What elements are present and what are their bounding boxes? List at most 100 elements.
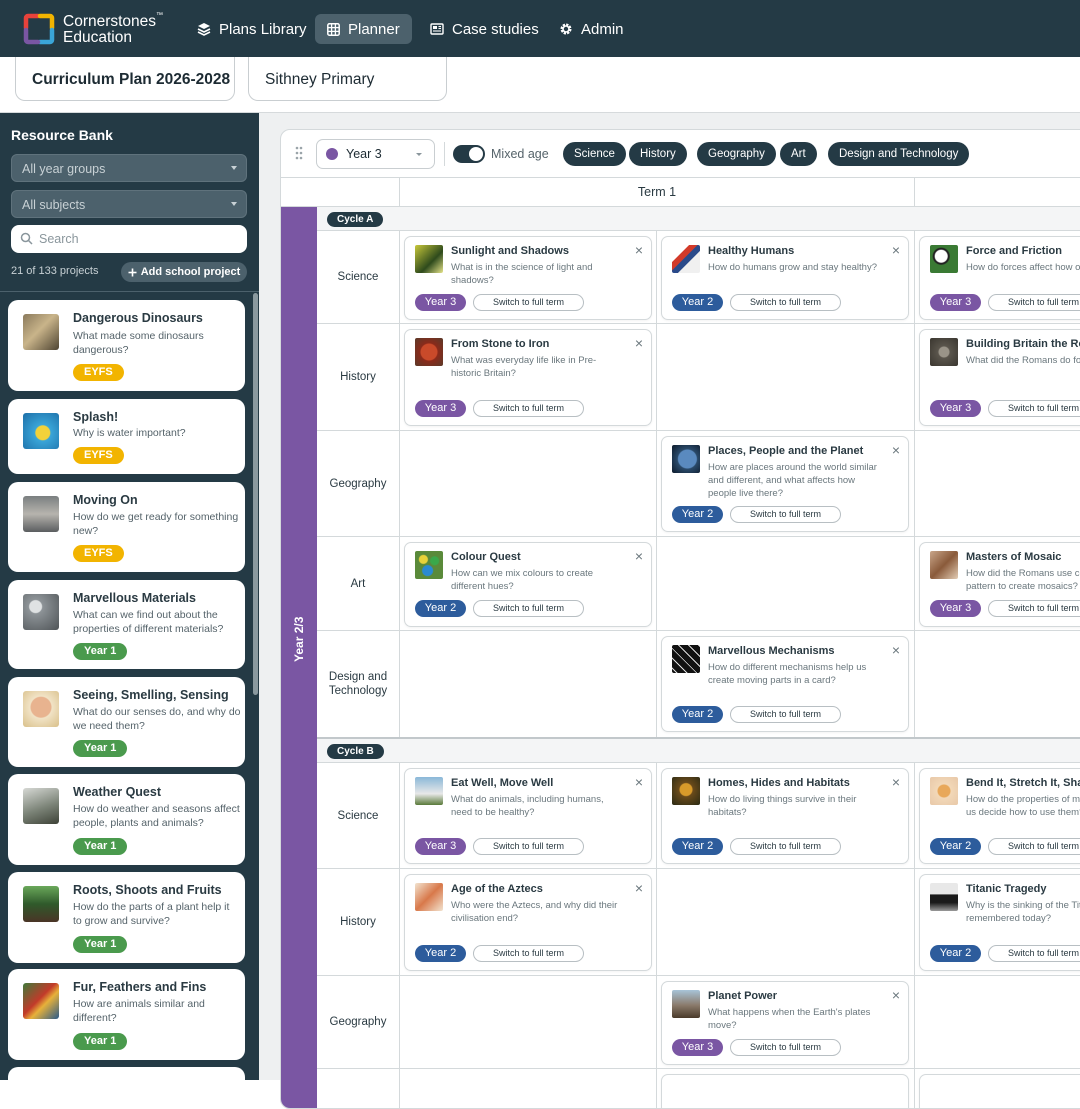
project-thumbnail: [930, 338, 958, 366]
resource-card[interactable]: Dangerous Dinosaurs What made some dinos…: [8, 300, 245, 391]
subject-chip-history[interactable]: History: [629, 142, 687, 166]
nav-plans-library[interactable]: Plans Library: [185, 14, 319, 44]
switch-to-full-term-button[interactable]: Switch to full term: [473, 838, 584, 855]
switch-to-full-term-button[interactable]: Switch to full term: [988, 945, 1080, 962]
switch-to-full-term-button[interactable]: Switch to full term: [473, 294, 584, 311]
year-badge: Year 2: [415, 945, 466, 962]
project-card[interactable]: Bend It, Stretch It, Shape It How do the…: [919, 768, 1080, 864]
subject-chip-design-technology[interactable]: Design and Technology: [828, 142, 970, 166]
close-icon[interactable]: ×: [892, 775, 900, 789]
nav-case-studies[interactable]: Case studies: [418, 14, 551, 44]
project-question: Who were the Aztecs, and why did their c…: [451, 900, 618, 924]
switch-to-full-term-button[interactable]: Switch to full term: [730, 838, 841, 855]
switch-to-full-term-button[interactable]: Switch to full term: [988, 400, 1080, 417]
close-icon[interactable]: ×: [892, 643, 900, 657]
nav-admin[interactable]: Admin: [547, 14, 636, 44]
switch-to-full-term-button[interactable]: Switch to full term: [988, 294, 1080, 311]
chevron-down-icon: [231, 166, 237, 170]
project-card[interactable]: Building Britain the Romans What did the…: [919, 329, 1080, 426]
year-band: Year 2/3: [281, 207, 317, 1108]
project-card[interactable]: Planet Power What happens when the Earth…: [661, 981, 909, 1065]
project-card[interactable]: Marvellous Mechanisms How do different m…: [661, 636, 909, 732]
resource-card[interactable]: [8, 1067, 245, 1080]
year-badge: Year 2: [930, 945, 981, 962]
project-card[interactable]: From Stone to Iron What was everyday lif…: [404, 329, 652, 426]
project-card[interactable]: [919, 1074, 1080, 1108]
project-card[interactable]: Age of the Aztecs Who were the Aztecs, a…: [404, 874, 652, 971]
close-icon[interactable]: ×: [892, 443, 900, 457]
switch-to-full-term-button[interactable]: Switch to full term: [730, 1039, 841, 1056]
mixed-age-toggle[interactable]: [453, 145, 485, 163]
resource-card[interactable]: Weather Quest How do weather and seasons…: [8, 774, 245, 865]
switch-to-full-term-button[interactable]: Switch to full term: [473, 945, 584, 962]
project-card[interactable]: Eat Well, Move Well What do animals, inc…: [404, 768, 652, 864]
resource-question: How do the parts of a plant help it to g…: [73, 901, 230, 927]
switch-to-full-term-button[interactable]: Switch to full term: [473, 600, 584, 617]
add-school-project-button[interactable]: Add school project: [121, 262, 247, 282]
resource-card[interactable]: Fur, Feathers and Fins How are animals s…: [8, 969, 245, 1060]
project-card[interactable]: [661, 1074, 909, 1108]
close-icon[interactable]: ×: [635, 775, 643, 789]
project-card[interactable]: Masters of Mosaic How did the Romans use…: [919, 542, 1080, 627]
project-card[interactable]: Healthy Humans How do humans grow and st…: [661, 236, 909, 320]
project-question: How can we mix colours to create differe…: [451, 568, 594, 592]
subject-chip-science[interactable]: Science: [563, 142, 626, 166]
project-title: Masters of Mosaic: [966, 551, 1062, 563]
resource-title: Marvellous Materials: [73, 591, 196, 605]
resource-title: Fur, Feathers and Fins: [73, 980, 207, 994]
project-card[interactable]: Colour Quest How can we mix colours to c…: [404, 542, 652, 627]
sidebar-scrollbar[interactable]: [253, 293, 258, 695]
subject-label: Science: [337, 271, 379, 283]
close-icon[interactable]: ×: [635, 549, 643, 563]
school-name-field[interactable]: Sithney Primary: [248, 57, 447, 101]
close-icon[interactable]: ×: [635, 336, 643, 350]
resource-card[interactable]: Marvellous Materials What can we find ou…: [8, 580, 245, 669]
year-badge: Year 3: [672, 1039, 723, 1056]
project-card[interactable]: Titanic Tragedy Why is the sinking of th…: [919, 874, 1080, 971]
switch-to-full-term-button[interactable]: Switch to full term: [730, 506, 841, 523]
plan-title-field[interactable]: Curriculum Plan 2026-2028: [15, 57, 235, 101]
project-title: Building Britain the Romans: [966, 338, 1080, 350]
year-group-filter[interactable]: All year groups: [11, 154, 247, 182]
project-question: How do humans grow and stay healthy?: [708, 262, 877, 273]
close-icon[interactable]: ×: [892, 988, 900, 1002]
year-color-dot: [326, 148, 338, 160]
drag-handle-icon[interactable]: [295, 146, 303, 160]
close-icon[interactable]: ×: [635, 243, 643, 257]
project-card[interactable]: Homes, Hides and Habitats How do living …: [661, 768, 909, 864]
project-card[interactable]: Force and Friction How do forces affect …: [919, 236, 1080, 320]
subject-chip-geography[interactable]: Geography: [697, 142, 776, 166]
project-title: Titanic Tragedy: [966, 883, 1047, 895]
year-select[interactable]: Year 3: [316, 139, 435, 169]
switch-to-full-term-button[interactable]: Switch to full term: [473, 400, 584, 417]
project-card[interactable]: Places, People and the Planet How are pl…: [661, 436, 909, 532]
close-icon[interactable]: ×: [635, 881, 643, 895]
brand-name: Cornerstones™ Education: [63, 12, 164, 47]
switch-to-full-term-button[interactable]: Switch to full term: [730, 294, 841, 311]
project-thumbnail: [672, 777, 700, 805]
cornerstones-logo[interactable]: [22, 12, 56, 46]
planner-grid: Year 3 Mixed age Science History Geograp…: [280, 129, 1080, 1109]
subject-label: Art: [350, 577, 366, 590]
switch-to-full-term-button[interactable]: Switch to full term: [988, 600, 1080, 617]
close-icon[interactable]: ×: [892, 243, 900, 257]
search-input[interactable]: Search: [11, 225, 247, 253]
cycle-label: Cycle A: [327, 212, 384, 227]
subject-label: Science: [337, 809, 379, 822]
subject-filter[interactable]: All subjects: [11, 190, 247, 218]
project-title: Planet Power: [708, 990, 778, 1002]
switch-to-full-term-button[interactable]: Switch to full term: [730, 706, 841, 723]
planner-area: Year 3 Mixed age Science History Geograp…: [259, 113, 1080, 1109]
project-card[interactable]: Sunlight and Shadows What is in the scie…: [404, 236, 652, 320]
resource-card[interactable]: Moving On How do we get ready for someth…: [8, 482, 245, 572]
switch-to-full-term-button[interactable]: Switch to full term: [988, 838, 1080, 855]
resource-card[interactable]: Splash! Why is water important? EYFS: [8, 399, 245, 474]
resource-card[interactable]: Seeing, Smelling, Sensing What do our se…: [8, 677, 245, 767]
chevron-down-icon: [231, 202, 237, 206]
nav-planner[interactable]: Planner: [315, 14, 412, 44]
gear-icon: [560, 23, 572, 35]
nav-label: Admin: [581, 20, 624, 38]
resource-card[interactable]: Roots, Shoots and Fruits How do the part…: [8, 872, 245, 963]
project-thumbnail: [23, 594, 59, 630]
subject-chip-art[interactable]: Art: [780, 142, 817, 166]
